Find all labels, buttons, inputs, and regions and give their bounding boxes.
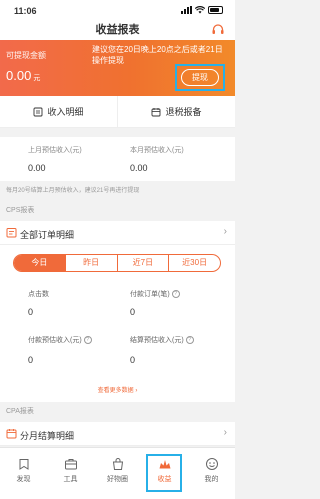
order-list-icon (6, 228, 17, 238)
tab-goods-circle-label: 好物圈 (107, 476, 128, 483)
chevron-right-icon: › (223, 427, 227, 438)
withdraw-tip: 建议您在20日晚上20点之后或者21日操作提现 (92, 45, 223, 65)
toolbox-icon (64, 459, 77, 470)
last-month-estimate-value: 0.00 (28, 163, 46, 173)
paid-orders-value: 0 (130, 307, 136, 317)
date-range-selector: 今日 昨日 近7日 近30日 (13, 254, 221, 272)
navigation-bar: 收益报表 (0, 20, 235, 40)
all-orders-row[interactable]: 全部订单明细 › (0, 221, 235, 245)
battery-icon (208, 6, 223, 14)
range-today[interactable]: 今日 (14, 255, 65, 271)
withdrawable-amount: 0.00 元 (6, 68, 41, 83)
tab-goods-circle[interactable]: 好物圈 (94, 448, 141, 499)
amount-unit: 元 (33, 75, 41, 82)
bag-icon (112, 458, 123, 470)
tab-tools[interactable]: 工具 (47, 448, 94, 499)
settled-estimate-value: 0 (130, 355, 136, 365)
tax-icon (152, 107, 161, 116)
estimate-card: 上月预估收入(元) 0.00 本月预估收入(元) 0.00 (0, 137, 235, 181)
discover-icon (19, 459, 28, 470)
profile-icon (205, 458, 218, 470)
status-icons (181, 6, 223, 14)
clicks-label: 点击数 (28, 291, 49, 298)
range-yesterday[interactable]: 昨日 (64, 255, 117, 271)
view-more-link[interactable]: 查看更多数据 › (0, 385, 235, 394)
chevron-right-icon: › (223, 226, 227, 237)
range-7-days[interactable]: 近7日 (116, 255, 169, 271)
tax-report-label: 退税报备 (165, 107, 202, 117)
help-icon[interactable]: ? (83, 336, 92, 344)
tab-discover-label: 发现 (16, 476, 31, 483)
tab-tools-label: 工具 (63, 476, 78, 483)
signal-icon (181, 6, 192, 14)
monthly-settlement-row[interactable]: 分月结算明细 › (0, 422, 235, 446)
withdraw-banner: 可提现金额 0.00 元 建议您在20日晚上20点之后或者21日操作提现 提现 (0, 40, 235, 96)
this-month-estimate-label: 本月预估收入(元) (130, 147, 184, 154)
tab-profile[interactable]: 我的 (188, 448, 235, 499)
range-30-days[interactable]: 近30日 (168, 255, 220, 271)
cps-orders-card: 今日 昨日 近7日 近30日 点击数 0 付款订单(笔)? 0 付款预估收入(元… (0, 245, 235, 402)
help-icon[interactable]: ? (185, 336, 194, 344)
income-detail-button[interactable]: 收入明细 (0, 96, 117, 127)
all-orders-label: 全部订单明细 (20, 230, 75, 240)
paid-estimate-value: 0 (28, 355, 34, 365)
page-title: 收益报表 (95, 24, 140, 36)
wifi-icon (195, 6, 205, 14)
status-bar: 11:06 (0, 0, 235, 20)
help-icon[interactable]: ? (171, 290, 180, 298)
last-month-estimate-label: 上月预估收入(元) (28, 147, 82, 154)
paid-orders-label: 付款订单(笔)? (130, 289, 180, 299)
calendar-icon (6, 429, 17, 439)
tax-report-button[interactable]: 退税报备 (117, 96, 235, 127)
cpa-section-title: CPA报表 (6, 408, 34, 415)
receipt-icon (34, 107, 43, 116)
earnings-tab-highlight-box (146, 454, 182, 492)
status-time: 11:06 (14, 6, 37, 16)
withdraw-button[interactable]: 提现 (181, 69, 219, 86)
tab-discover[interactable]: 发现 (0, 448, 47, 499)
shortcut-row: 收入明细 退税报备 (0, 96, 235, 128)
income-detail-label: 收入明细 (47, 107, 84, 117)
withdrawable-label: 可提现金额 (6, 51, 46, 60)
customer-service-icon[interactable] (211, 23, 225, 37)
monthly-settlement-label: 分月结算明细 (20, 431, 75, 441)
tab-profile-label: 我的 (204, 476, 219, 483)
settled-estimate-label: 结算预估收入(元)? (130, 335, 194, 345)
paid-estimate-label: 付款预估收入(元)? (28, 335, 92, 345)
this-month-estimate-value: 0.00 (130, 163, 148, 173)
bottom-tab-bar: 发现 工具 好物圈 收益 我的 (0, 447, 235, 499)
cps-section-title: CPS报表 (6, 207, 35, 214)
settlement-note: 每月20号结算上月预估收入，建议21号再进行提现 (6, 188, 140, 194)
clicks-value: 0 (28, 307, 34, 317)
